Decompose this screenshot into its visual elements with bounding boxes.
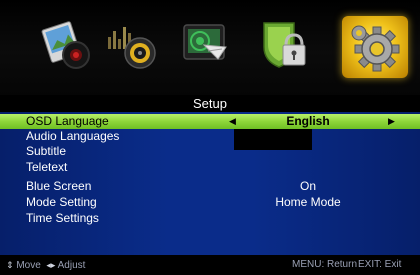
menu-row-blue-screen[interactable]: Blue Screen On: [0, 179, 420, 194]
nav-hint: ⇕ Move ◂▸ Adjust: [6, 256, 85, 275]
up-down-arrows-icon: ⇕: [6, 260, 14, 270]
menu-row-hidden: [0, 227, 420, 242]
menu-row-osd-language[interactable]: OSD Language ◀ English ▶: [0, 114, 420, 129]
menu-row-value: English: [286, 114, 330, 128]
menu-row-subtitle[interactable]: Subtitle: [0, 144, 420, 159]
menu-row-label: Mode Setting: [26, 195, 97, 209]
menu-row-label: Blue Screen: [26, 179, 92, 193]
menu-return-hint: MENU: Return: [292, 259, 358, 270]
channel-icon: [183, 24, 227, 60]
move-hint: Move: [16, 260, 41, 271]
tab-lock[interactable]: [254, 14, 314, 76]
lock-icon: [263, 22, 306, 68]
menu-row-value: Home Mode: [275, 195, 341, 209]
menu-row-label: OSD Language: [26, 114, 109, 128]
arrow-left-icon[interactable]: ◀: [229, 114, 236, 129]
tab-channel[interactable]: [176, 14, 236, 76]
left-right-arrows-icon: ◂▸: [46, 260, 56, 270]
menu-row-value: On: [299, 179, 316, 193]
menu-row-audio-languages[interactable]: Audio Languages: [0, 129, 420, 144]
menu-row-teletext[interactable]: Teletext: [0, 160, 420, 175]
footer-hints: ⇕ Move ◂▸ Adjust MENU: Return EXIT: Exit: [0, 256, 420, 274]
page-title: Setup: [193, 96, 227, 111]
picture-icon: [41, 21, 90, 69]
adjust-hint: Adjust: [57, 260, 86, 271]
setup-menu-panel: OSD Language ◀ English ▶ Audio Languages…: [0, 112, 420, 255]
menu-row-label: Time Settings: [26, 211, 99, 225]
gear-icon: [351, 25, 400, 72]
exit-hint: EXIT: Exit: [358, 259, 402, 270]
arrow-right-icon[interactable]: ▶: [388, 114, 395, 129]
menu-row-time-settings[interactable]: Time Settings: [0, 211, 420, 226]
menu-row-label: Teletext: [26, 160, 68, 174]
tab-setup[interactable]: [342, 16, 408, 78]
tab-sound[interactable]: [102, 14, 162, 76]
menu-tab-bar: [0, 0, 420, 95]
tab-picture[interactable]: [38, 14, 98, 76]
sound-icon: [108, 27, 156, 69]
blank-value-box: [234, 129, 312, 150]
menu-row-mode-setting[interactable]: Mode Setting Home Mode: [0, 195, 420, 210]
menu-row-label: Subtitle: [26, 144, 67, 158]
menu-row-label: Audio Languages: [26, 129, 120, 143]
